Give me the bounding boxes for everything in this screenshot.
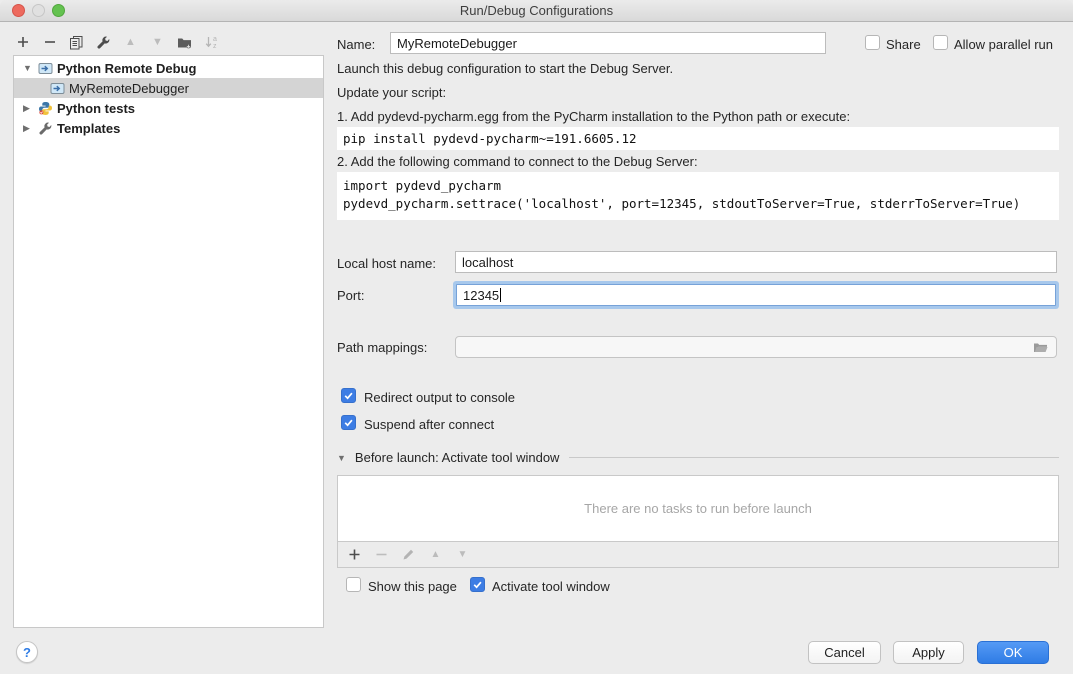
wrench-icon <box>37 120 53 136</box>
cancel-button[interactable]: Cancel <box>808 641 881 664</box>
tree-item-python-tests[interactable]: ▶ Python tests <box>14 98 323 118</box>
add-configuration-button[interactable] <box>14 34 31 51</box>
collapse-triangle-icon[interactable]: ▼ <box>337 453 346 463</box>
tree-item-python-remote-debug[interactable]: ▼ Python Remote Debug <box>14 58 323 78</box>
local-host-name-input[interactable]: localhost <box>455 251 1057 273</box>
help-button[interactable]: ? <box>16 641 38 663</box>
tree-item-label: Python Remote Debug <box>57 61 196 76</box>
suspend-after-connect-label: Suspend after connect <box>364 417 494 432</box>
remote-debug-config-icon <box>49 80 65 96</box>
step-2-text: 2. Add the following command to connect … <box>337 154 698 169</box>
python-icon <box>37 100 53 116</box>
remove-task-icon <box>373 546 390 563</box>
step-1-text: 1. Add pydevd-pycharm.egg from the PyCha… <box>337 109 850 124</box>
sort-alphabetically-icon: a z <box>203 34 220 51</box>
show-this-page-label: Show this page <box>368 579 457 594</box>
redirect-output-label: Redirect output to console <box>364 390 515 405</box>
activate-tool-window-label: Activate tool window <box>492 579 610 594</box>
code-line: import pydevd_pycharm <box>343 177 1059 195</box>
add-task-button[interactable] <box>346 546 363 563</box>
share-label: Share <box>886 37 921 52</box>
port-label: Port: <box>337 288 364 303</box>
expand-collapse-arrow[interactable]: ▶ <box>23 123 33 134</box>
redirect-output-checkbox[interactable] <box>341 388 356 403</box>
description-line-1: Launch this debug configuration to start… <box>337 61 673 76</box>
tree-item-label: MyRemoteDebugger <box>69 81 189 96</box>
suspend-after-connect-checkbox[interactable] <box>341 415 356 430</box>
move-down-icon: ▼ <box>149 34 166 51</box>
port-value: 12345 <box>463 288 499 303</box>
settrace-code-block: import pydevd_pycharm pydevd_pycharm.set… <box>337 172 1059 220</box>
new-folder-icon[interactable] <box>176 34 193 51</box>
pip-install-code: pip install pydevd-pycharm~=191.6605.12 <box>337 127 1059 150</box>
edit-templates-wrench-icon[interactable] <box>95 34 112 51</box>
code-line: pydevd_pycharm.settrace('localhost', por… <box>343 195 1059 213</box>
copy-configuration-icon[interactable] <box>68 34 85 51</box>
name-value: MyRemoteDebugger <box>397 36 517 51</box>
before-launch-section-header[interactable]: ▼ Before launch: Activate tool window <box>337 450 1059 465</box>
configurations-toolbar: ▲ ▼ a z <box>14 30 220 54</box>
apply-button[interactable]: Apply <box>893 641 964 664</box>
remove-configuration-button[interactable] <box>41 34 58 51</box>
tree-item-label: Templates <box>57 121 120 136</box>
cancel-label: Cancel <box>824 645 864 660</box>
description-line-2: Update your script: <box>337 85 446 100</box>
help-label: ? <box>23 645 31 660</box>
edit-task-pencil-icon <box>400 546 417 563</box>
tree-item-templates[interactable]: ▶ Templates <box>14 118 323 138</box>
port-input[interactable]: 12345 <box>456 284 1056 306</box>
share-checkbox[interactable] <box>865 35 880 50</box>
svg-text:z: z <box>213 43 217 50</box>
remote-debug-config-icon <box>37 60 53 76</box>
move-task-up-icon: ▲ <box>427 546 444 563</box>
local-host-name-label: Local host name: <box>337 256 436 271</box>
section-rule <box>569 457 1059 458</box>
expand-collapse-arrow[interactable]: ▼ <box>23 63 33 73</box>
name-label: Name: <box>337 37 375 52</box>
local-host-name-value: localhost <box>462 255 513 270</box>
before-launch-toolbar: ▲ ▼ <box>337 541 1059 568</box>
ok-label: OK <box>1004 645 1023 660</box>
browse-folder-icon[interactable] <box>1033 341 1050 354</box>
before-launch-task-list[interactable]: There are no tasks to run before launch <box>337 475 1059 542</box>
allow-parallel-run-checkbox[interactable] <box>933 35 948 50</box>
show-this-page-checkbox[interactable] <box>346 577 361 592</box>
configurations-tree: ▼ Python Remote Debug MyRemoteDebugger ▶… <box>13 55 324 628</box>
svg-text:a: a <box>213 36 217 43</box>
tree-item-label: Python tests <box>57 101 135 116</box>
path-mappings-label: Path mappings: <box>337 340 427 355</box>
move-task-down-icon: ▼ <box>454 546 471 563</box>
tree-item-myremotedebugger[interactable]: MyRemoteDebugger <box>14 78 323 98</box>
activate-tool-window-checkbox[interactable] <box>470 577 485 592</box>
code-line: pip install pydevd-pycharm~=191.6605.12 <box>343 130 1059 148</box>
move-up-icon: ▲ <box>122 34 139 51</box>
allow-parallel-run-label: Allow parallel run <box>954 37 1053 52</box>
empty-tasks-message: There are no tasks to run before launch <box>584 501 812 516</box>
before-launch-title: Before launch: Activate tool window <box>355 450 560 465</box>
name-input[interactable]: MyRemoteDebugger <box>390 32 826 54</box>
path-mappings-input[interactable] <box>455 336 1057 358</box>
title-bar: Run/Debug Configurations <box>0 0 1073 22</box>
text-caret <box>500 288 501 302</box>
apply-label: Apply <box>912 645 945 660</box>
window-title: Run/Debug Configurations <box>0 3 1073 18</box>
ok-button[interactable]: OK <box>977 641 1049 664</box>
expand-collapse-arrow[interactable]: ▶ <box>23 103 33 114</box>
